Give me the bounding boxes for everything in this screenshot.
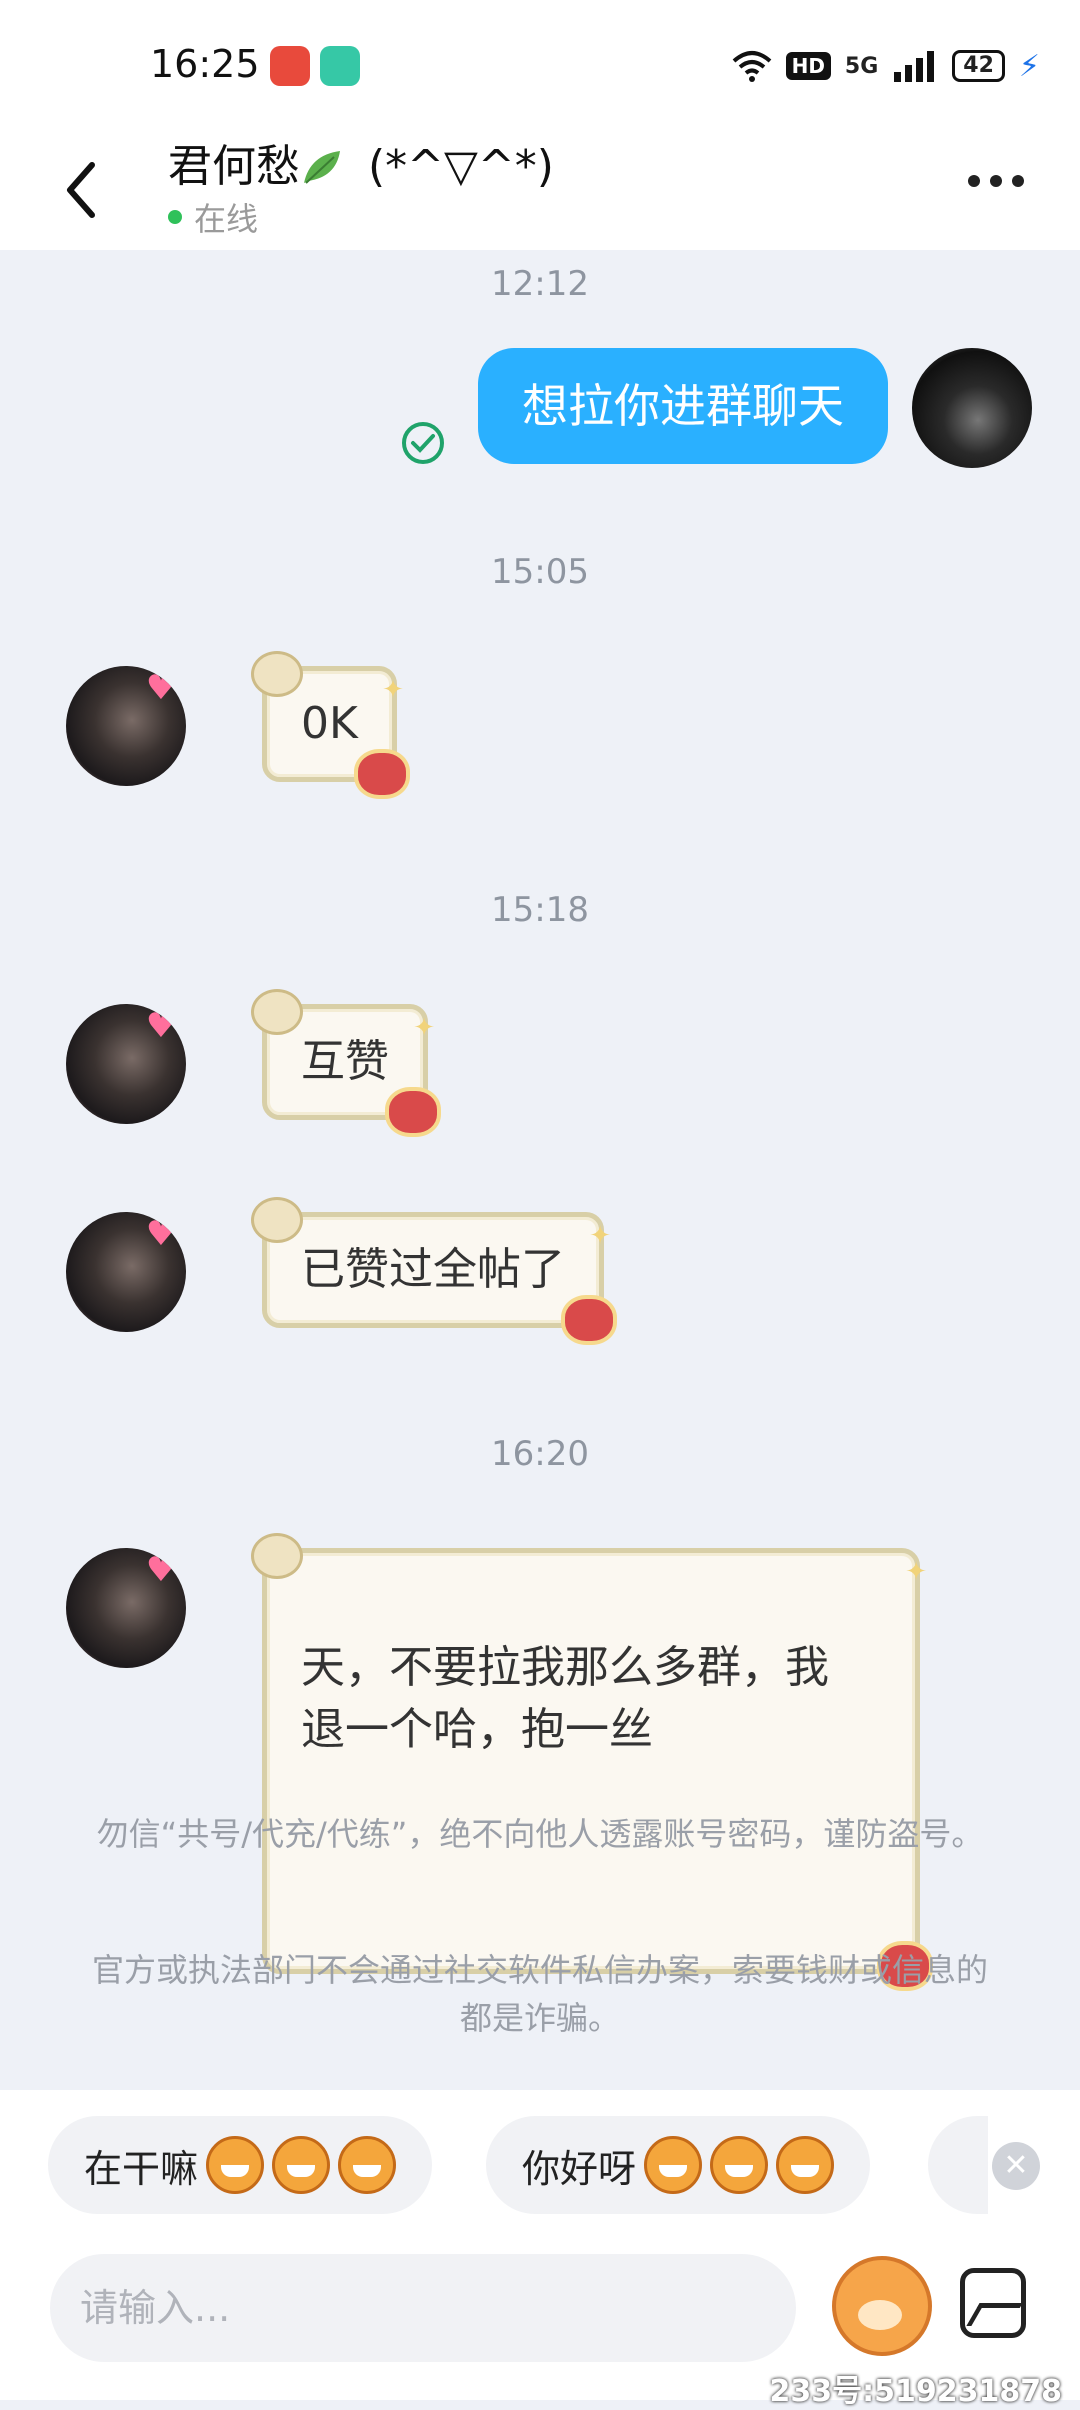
bubble-decoration-icon bbox=[251, 1197, 303, 1243]
bubble-decoration-icon bbox=[385, 1087, 441, 1137]
heart-decoration-icon: ♥ bbox=[145, 1214, 177, 1254]
read-check-icon bbox=[402, 422, 444, 464]
message-text: 天，不要拉我那么多群，我 退一个哈，抱一丝 bbox=[301, 1642, 829, 1755]
fraud-notice: 官方或执法部门不会通过社交软件私信办案，索要钱财或信息的都是诈骗。 bbox=[91, 1951, 988, 2037]
signal-icon bbox=[894, 51, 935, 82]
heart-decoration-icon: ♥ bbox=[145, 668, 177, 708]
incoming-message[interactable]: 0K ✦ bbox=[251, 651, 410, 799]
online-dot-icon bbox=[168, 210, 182, 224]
timestamp: 12:12 bbox=[491, 264, 589, 304]
contact-avatar[interactable]: ♥ bbox=[66, 1004, 186, 1124]
contact-name-text: 君何愁 bbox=[168, 141, 300, 192]
message-input[interactable]: 请输入... bbox=[50, 2254, 796, 2362]
contact-avatar[interactable]: ♥ bbox=[66, 666, 186, 786]
online-status: 在线 bbox=[168, 194, 258, 240]
message-text: 已赞过全帖了 bbox=[301, 1244, 565, 1295]
close-icon[interactable]: ✕ bbox=[992, 2142, 1040, 2190]
contact-name-suffix: (*^▽^*) bbox=[354, 141, 554, 192]
system-icons: HD 5G 42 ⚡ bbox=[732, 46, 1040, 86]
sparkle-icon: ✦ bbox=[382, 675, 404, 705]
watermark: 233号:519231878 bbox=[769, 2374, 1063, 2409]
bubble-decoration-icon bbox=[353, 749, 410, 799]
monkey-emoji-icon bbox=[644, 2136, 703, 2194]
contact-avatar[interactable]: ♥ bbox=[66, 1548, 186, 1668]
security-notice: 勿信“共号/代充/代练”，绝不向他人透露账号密码，谨防盗号。 bbox=[96, 1815, 984, 1853]
monkey-emoji-icon bbox=[776, 2136, 835, 2194]
outgoing-message[interactable]: 想拉你进群聊天 bbox=[478, 348, 888, 464]
status-bar: 16:25 HD 5G 42 ⚡ bbox=[0, 0, 1080, 130]
app-notification-icon bbox=[320, 46, 360, 86]
monkey-emoji-icon bbox=[710, 2136, 769, 2194]
mascot-emoji-icon[interactable] bbox=[832, 2256, 932, 2356]
grin-emoji-icon bbox=[272, 2136, 331, 2194]
sparkle-icon: ✦ bbox=[413, 1013, 435, 1043]
bubble-decoration-icon bbox=[251, 989, 303, 1035]
image-icon[interactable] bbox=[960, 2268, 1026, 2338]
bubble-decoration-icon bbox=[251, 1533, 303, 1579]
online-label: 在线 bbox=[194, 200, 259, 238]
more-dots-icon[interactable] bbox=[968, 175, 1024, 187]
sparkle-icon: ✦ bbox=[905, 1557, 927, 1587]
heart-decoration-icon: ♥ bbox=[145, 1006, 177, 1046]
back-arrow-icon[interactable] bbox=[60, 155, 100, 225]
self-avatar[interactable] bbox=[912, 348, 1032, 468]
chat-header: 君何愁 (*^▽^*) 在线 bbox=[0, 130, 1080, 250]
quick-reply-chip[interactable]: 你好呀 bbox=[486, 2116, 871, 2214]
network-type: 5G bbox=[844, 53, 879, 79]
quick-reply-chip[interactable]: 在干嘛 bbox=[48, 2116, 433, 2214]
quick-reply-label: 你好呀 bbox=[522, 2146, 637, 2191]
timestamp: 16:20 bbox=[491, 1434, 589, 1474]
grin-emoji-icon bbox=[338, 2136, 397, 2194]
battery-icon: 42 bbox=[952, 50, 1005, 82]
leaf-icon bbox=[304, 151, 340, 184]
status-time: 16:25 bbox=[150, 42, 260, 86]
message-text: 0K bbox=[301, 698, 358, 749]
incoming-message[interactable]: 天，不要拉我那么多群，我 退一个哈，抱一丝 ✦ bbox=[251, 1533, 933, 1991]
contact-avatar[interactable]: ♥ bbox=[66, 1212, 186, 1332]
charging-icon: ⚡ bbox=[1018, 48, 1040, 84]
timestamp: 15:18 bbox=[491, 890, 589, 930]
quick-reply-label: 在干嘛 bbox=[84, 2146, 199, 2191]
message-text: 互赞 bbox=[301, 1036, 389, 1087]
sparkle-icon: ✦ bbox=[589, 1221, 611, 1251]
bubble-decoration-icon bbox=[251, 651, 303, 697]
wifi-icon bbox=[732, 51, 771, 82]
incoming-message[interactable]: 已赞过全帖了 ✦ bbox=[251, 1197, 617, 1345]
incoming-message[interactable]: 互赞 ✦ bbox=[251, 989, 441, 1137]
heart-decoration-icon: ♥ bbox=[145, 1550, 177, 1590]
hd-icon: HD bbox=[785, 52, 831, 80]
grin-emoji-icon bbox=[206, 2136, 265, 2194]
contact-name[interactable]: 君何愁 (*^▽^*) bbox=[168, 130, 554, 194]
bubble-decoration-icon bbox=[561, 1295, 617, 1345]
app-notification-icon bbox=[270, 46, 310, 86]
timestamp: 15:05 bbox=[491, 552, 589, 592]
